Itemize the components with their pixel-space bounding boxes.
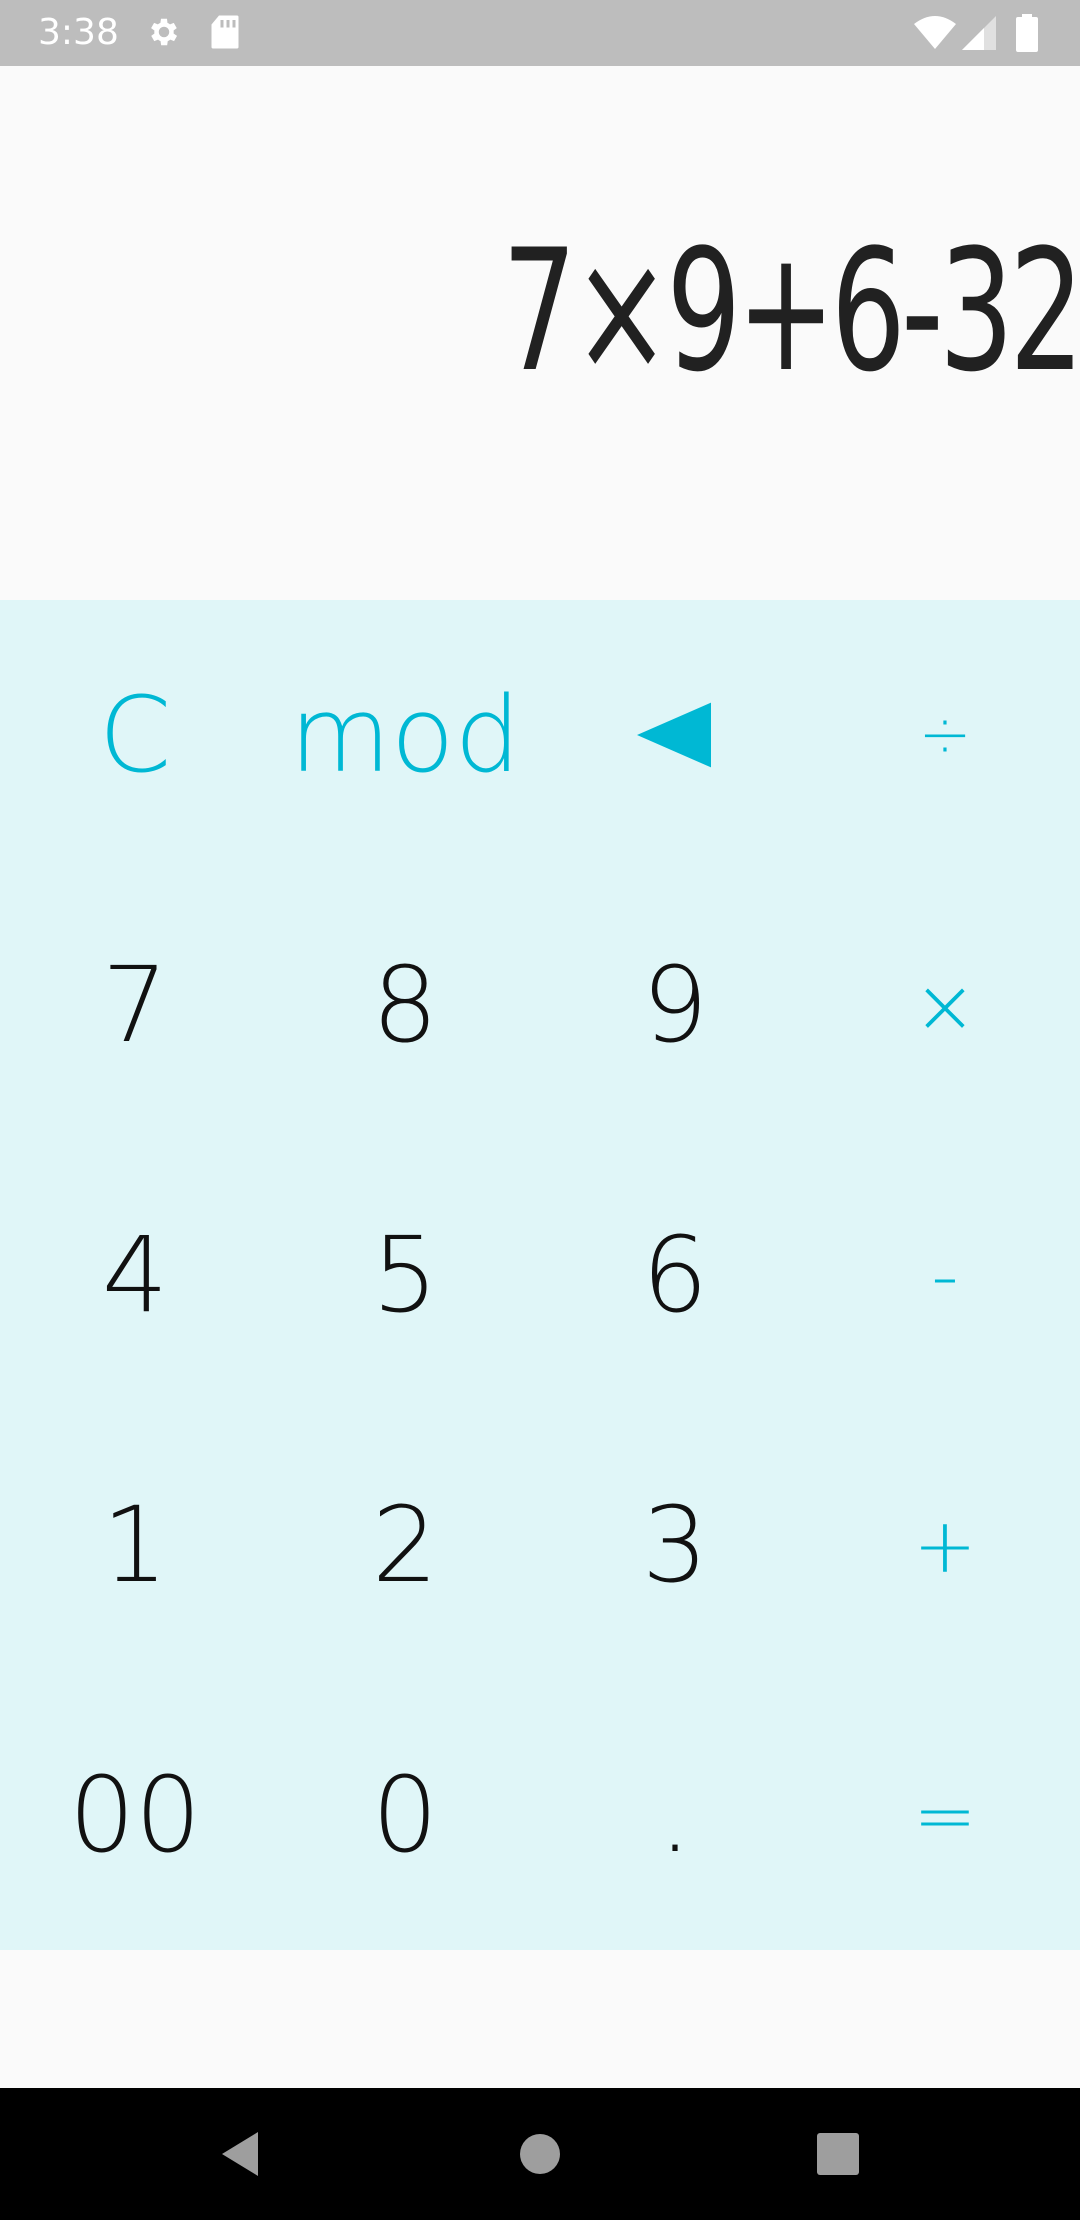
back-icon[interactable]: [204, 2118, 276, 2190]
digit-5-button[interactable]: 5: [270, 1140, 540, 1410]
decimal-label: .: [658, 1754, 692, 1876]
digit-0-button[interactable]: 0: [270, 1680, 540, 1950]
clear-button[interactable]: C: [0, 600, 270, 870]
display-area: 7×9+6-32: [0, 66, 1080, 600]
digit-6-button[interactable]: 6: [540, 1140, 810, 1410]
digit-5-label: 5: [371, 1214, 439, 1336]
subtract-button[interactable]: -: [810, 1140, 1080, 1410]
battery-icon: [1016, 14, 1038, 52]
digit-6-label: 6: [641, 1214, 709, 1336]
double-zero-button[interactable]: 00: [0, 1680, 270, 1950]
digit-4-button[interactable]: 4: [0, 1140, 270, 1410]
add-label: +: [913, 1500, 977, 1590]
mod-label: mod: [289, 674, 521, 796]
divide-label: ÷: [918, 698, 972, 772]
expression-display: 7×9+6-32: [502, 213, 1080, 409]
divide-button[interactable]: ÷: [810, 600, 1080, 870]
add-button[interactable]: +: [810, 1410, 1080, 1680]
digit-4-label: 4: [101, 1214, 169, 1336]
status-time: 3:38: [38, 12, 119, 53]
decimal-button[interactable]: .: [540, 1680, 810, 1950]
settings-icon: [151, 18, 178, 46]
recents-icon[interactable]: [802, 2118, 874, 2190]
equals-label: =: [913, 1770, 977, 1860]
clear-label: C: [98, 674, 172, 796]
digit-8-button[interactable]: 8: [270, 870, 540, 1140]
digit-7-button[interactable]: 7: [0, 870, 270, 1140]
digit-1-button[interactable]: 1: [0, 1410, 270, 1680]
digit-2-button[interactable]: 2: [270, 1410, 540, 1680]
multiply-label: ×: [913, 960, 977, 1050]
digit-8-label: 8: [371, 944, 439, 1066]
backspace-button[interactable]: [540, 600, 810, 870]
digit-3-label: 3: [641, 1484, 709, 1606]
digit-3-button[interactable]: 3: [540, 1410, 810, 1680]
digit-9-label: 9: [641, 944, 709, 1066]
double-zero-label: 00: [68, 1754, 202, 1876]
subtract-label: -: [931, 1230, 959, 1320]
home-icon[interactable]: [504, 2118, 576, 2190]
digit-7-label: 7: [101, 944, 169, 1066]
wifi-icon: [914, 16, 956, 49]
sd-card-icon: [211, 15, 239, 49]
backspace-icon: [637, 702, 711, 768]
digit-0-label: 0: [371, 1754, 439, 1876]
digit-1-label: 1: [101, 1484, 169, 1606]
bottom-spacer: [0, 1950, 1080, 2088]
mod-button[interactable]: mod: [270, 600, 540, 870]
equals-button[interactable]: =: [810, 1680, 1080, 1950]
keypad: C mod ÷ 7 8 9 × 4 5 6 - 1 2 3 + 00 0 . =: [0, 600, 1080, 1950]
multiply-button[interactable]: ×: [810, 870, 1080, 1140]
navigation-bar: [0, 2088, 1080, 2220]
digit-9-button[interactable]: 9: [540, 870, 810, 1140]
digit-2-label: 2: [371, 1484, 439, 1606]
signal-icon: [962, 16, 996, 50]
status-bar: 3:38: [0, 0, 1080, 66]
